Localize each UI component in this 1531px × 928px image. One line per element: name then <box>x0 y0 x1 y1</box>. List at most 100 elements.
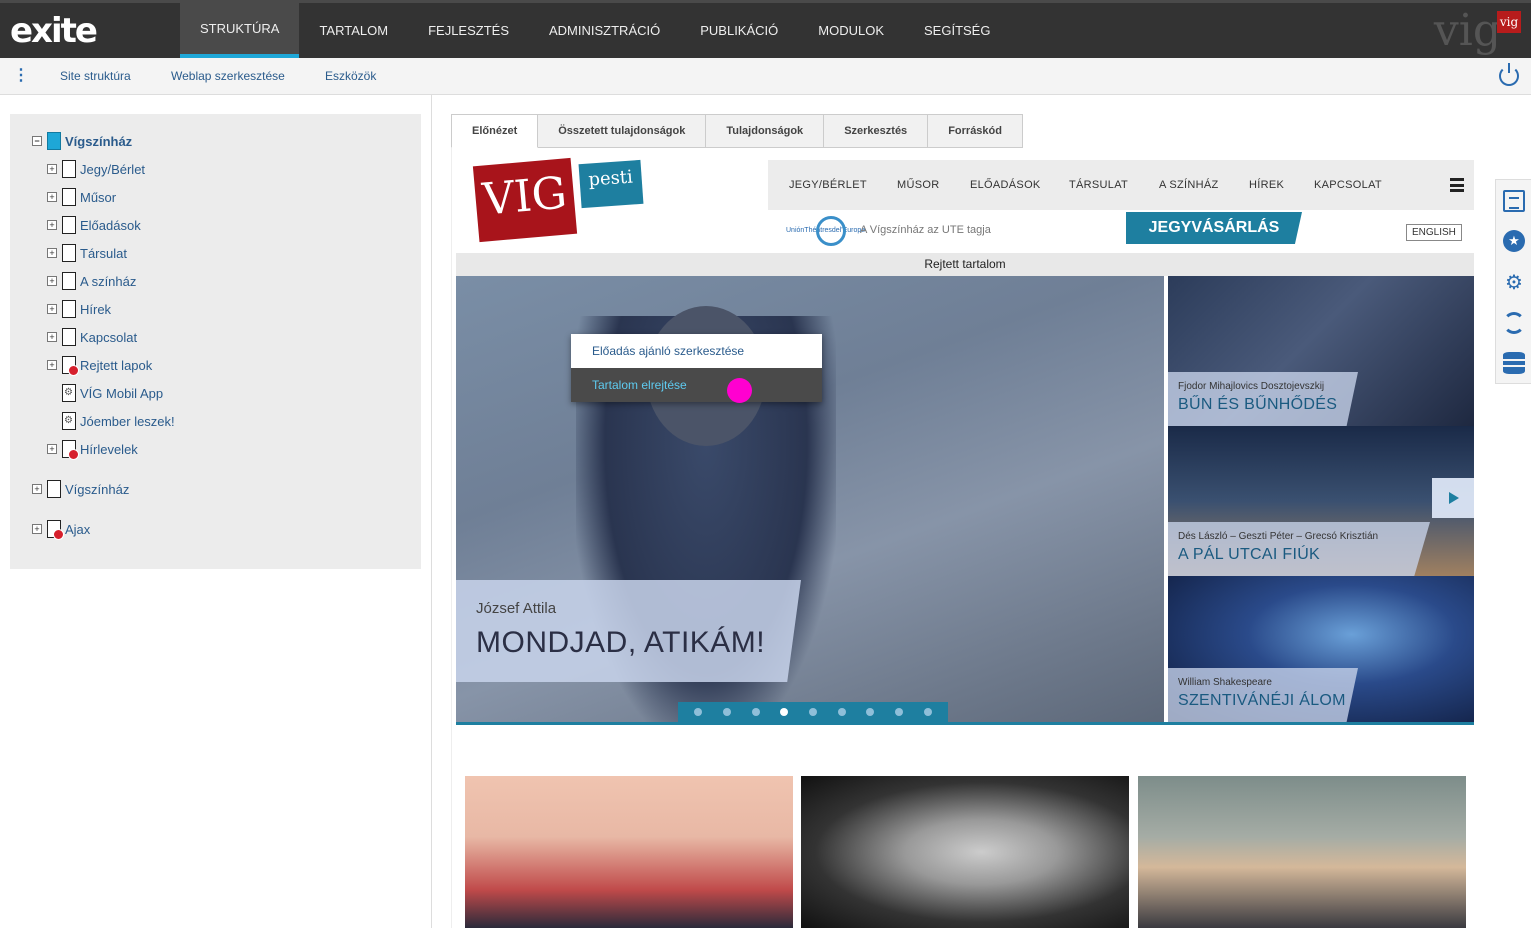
tree-item-vig-mobil-app[interactable]: VÍG Mobil App <box>62 383 163 403</box>
slider-next-arrow-icon[interactable] <box>1432 478 1474 518</box>
side-slide-caption: William Shakespeare SZENTIVÁNÉJI ÁLOM <box>1168 668 1358 722</box>
expand-icon[interactable]: + <box>47 360 57 370</box>
expand-icon[interactable]: + <box>32 524 42 534</box>
hero-caption: József Attila MONDJAD, ATIKÁM! <box>456 580 801 682</box>
page-icon <box>62 188 76 206</box>
sub-nav-site-struktura[interactable]: Site struktúra <box>60 69 131 83</box>
news-photo-3[interactable] <box>1138 776 1466 928</box>
expand-icon[interactable]: + <box>47 276 57 286</box>
collapse-icon[interactable]: − <box>32 136 42 146</box>
clipboard-icon[interactable] <box>1503 190 1525 212</box>
slider-dot[interactable] <box>894 708 903 716</box>
main-nav: STRUKTÚRA TARTALOM FEJLESZTÉS ADMINISZTR… <box>180 3 1010 58</box>
expand-icon[interactable]: + <box>47 220 57 230</box>
site-nav-jegy-berlet[interactable]: JEGY/BÉRLET <box>789 179 867 191</box>
top-bar: exite STRUKTÚRA TARTALOM FEJLESZTÉS ADMI… <box>0 0 1531 58</box>
main-nav-tartalom[interactable]: TARTALOM <box>299 3 408 58</box>
side-slide-caption: Fjodor Mihajlovics Dosztojevszkij BŰN ÉS… <box>1168 372 1358 426</box>
hero-underline <box>456 722 1474 725</box>
tree-root-vigszinhaz[interactable]: − Vígszínház <box>32 131 132 151</box>
side-slide-a-pal-utcai-fiuk[interactable]: Dés László – Geszti Péter – Grecsó Krisz… <box>1168 426 1474 576</box>
site-header: VIG pesti JEGY/BÉRLET MŰSOR ELŐADÁSOK TÁ… <box>456 157 1474 248</box>
ute-member-text: A Vígszínház az UTE tagja <box>860 224 991 236</box>
expand-icon[interactable]: + <box>47 248 57 258</box>
sync-icon[interactable] <box>1503 312 1525 334</box>
sub-nav-eszkozok[interactable]: Eszközök <box>325 69 376 83</box>
main-nav-adminisztracio[interactable]: ADMINISZTRÁCIÓ <box>529 3 680 58</box>
tab-tulajdonsagok[interactable]: Tulajdonságok <box>706 114 825 148</box>
ute-globe-icon <box>816 216 846 246</box>
content-tabs: Előnézet Összetett tulajdonságok Tulajdo… <box>451 114 1023 148</box>
news-photo-2[interactable] <box>801 776 1129 928</box>
english-button[interactable]: ENGLISH <box>1406 224 1462 241</box>
site-nav-hirek[interactable]: HÍREK <box>1249 179 1284 191</box>
tool-rail: ★ ⚙ <box>1495 179 1531 384</box>
hidden-page-icon <box>62 440 79 460</box>
side-slide-bun-es-bunhodes[interactable]: Fjodor Mihajlovics Dosztojevszkij BŰN ÉS… <box>1168 276 1474 426</box>
hero-author: József Attila <box>476 600 557 617</box>
tree-item-tarsulat[interactable]: + Társulat <box>47 243 127 263</box>
exite-logo[interactable]: exite <box>10 11 98 51</box>
side-slide-szentivaneji-alom[interactable]: William Shakespeare SZENTIVÁNÉJI ÁLOM <box>1168 576 1474 722</box>
main-nav-modulok[interactable]: MODULOK <box>798 3 904 58</box>
hidden-page-icon <box>62 356 79 376</box>
gears-icon[interactable]: ⚙ <box>1503 272 1525 294</box>
main-nav-publikacio[interactable]: PUBLIKÁCIÓ <box>680 3 798 58</box>
tree-item-hirek[interactable]: + Hírek <box>47 299 111 319</box>
star-icon[interactable]: ★ <box>1503 230 1525 252</box>
slider-dot[interactable] <box>837 708 846 716</box>
site-nav-tarsulat[interactable]: TÁRSULAT <box>1069 179 1128 191</box>
main-nav-fejlesztes[interactable]: FEJLESZTÉS <box>408 3 529 58</box>
tree-item-eloadasok[interactable]: + Előadások <box>47 215 141 235</box>
side-slide-caption: Dés László – Geszti Péter – Grecsó Krisz… <box>1168 522 1430 576</box>
expand-icon[interactable]: + <box>47 164 57 174</box>
site-nav-eloadasok[interactable]: ELŐADÁSOK <box>970 179 1041 191</box>
slider-dot[interactable] <box>694 708 703 716</box>
slider-dot[interactable] <box>866 708 875 716</box>
database-icon[interactable] <box>1503 352 1525 374</box>
power-icon[interactable] <box>1499 63 1519 86</box>
tree-item-jegy-berlet[interactable]: + Jegy/Bérlet <box>47 159 145 179</box>
expand-icon[interactable]: + <box>47 444 57 454</box>
page-icon <box>62 300 76 318</box>
expand-icon[interactable]: + <box>32 484 42 494</box>
tree-item-musor[interactable]: + Műsor <box>47 187 116 207</box>
tab-szerkesztes[interactable]: Szerkesztés <box>824 114 929 148</box>
ticket-purchase-button[interactable]: JEGYVÁSÁRLÁS <box>1126 212 1302 244</box>
site-nav-kapcsolat[interactable]: KAPCSOLAT <box>1314 179 1382 191</box>
news-photo-1[interactable] <box>465 776 793 928</box>
expand-icon[interactable]: + <box>47 332 57 342</box>
pesti-logo[interactable]: pesti <box>578 159 644 209</box>
slider-dot[interactable] <box>751 708 760 716</box>
tree-root-ajax[interactable]: + Ajax <box>32 519 90 540</box>
expand-icon[interactable]: + <box>47 304 57 314</box>
tree-item-joember-leszek[interactable]: Jóember leszek! <box>62 411 175 431</box>
kebab-menu-icon[interactable]: ⋮ <box>13 68 29 84</box>
site-nav-a-szinhaz[interactable]: A SZÍNHÁZ <box>1159 179 1219 191</box>
site-nav-musor[interactable]: MŰSOR <box>897 179 939 191</box>
vig-site-logo[interactable]: VIG <box>472 157 578 243</box>
main-nav-struktura[interactable]: STRUKTÚRA <box>180 3 300 58</box>
tree-root-vigszinhaz-2[interactable]: + Vígszínház <box>32 479 129 499</box>
slider-dot[interactable] <box>808 708 817 716</box>
slider-dot[interactable] <box>923 708 932 716</box>
page-icon <box>62 216 76 234</box>
slider-dot[interactable] <box>722 708 731 716</box>
tab-forraskod[interactable]: Forráskód <box>928 114 1023 148</box>
module-page-icon <box>62 412 76 430</box>
main-nav-segitseg[interactable]: SEGÍTSÉG <box>904 3 1010 58</box>
hamburger-icon[interactable] <box>1450 178 1464 192</box>
tree-item-hirlevelek[interactable]: + Hírlevelek <box>47 439 138 460</box>
context-menu-edit-recommendation[interactable]: Előadás ajánló szerkesztése <box>571 334 822 368</box>
expand-icon[interactable]: + <box>47 192 57 202</box>
tree-item-kapcsolat[interactable]: + Kapcsolat <box>47 327 137 347</box>
tab-osszetett-tulajdonsagok[interactable]: Összetett tulajdonságok <box>538 114 707 148</box>
site-preview: VIG pesti JEGY/BÉRLET MŰSOR ELŐADÁSOK TÁ… <box>451 148 1480 928</box>
vig-brand-logo: vig <box>1433 5 1501 56</box>
slider-dot-active[interactable] <box>780 708 789 716</box>
tree-item-a-szinhaz[interactable]: + A színház <box>47 271 136 291</box>
context-menu-hide-content[interactable]: Tartalom elrejtése <box>571 368 822 402</box>
sub-nav-weblap-szerkesztese[interactable]: Weblap szerkesztése <box>171 69 285 83</box>
tree-item-rejtett-lapok[interactable]: + Rejtett lapok <box>47 355 152 376</box>
tab-elonezet[interactable]: Előnézet <box>451 114 539 148</box>
